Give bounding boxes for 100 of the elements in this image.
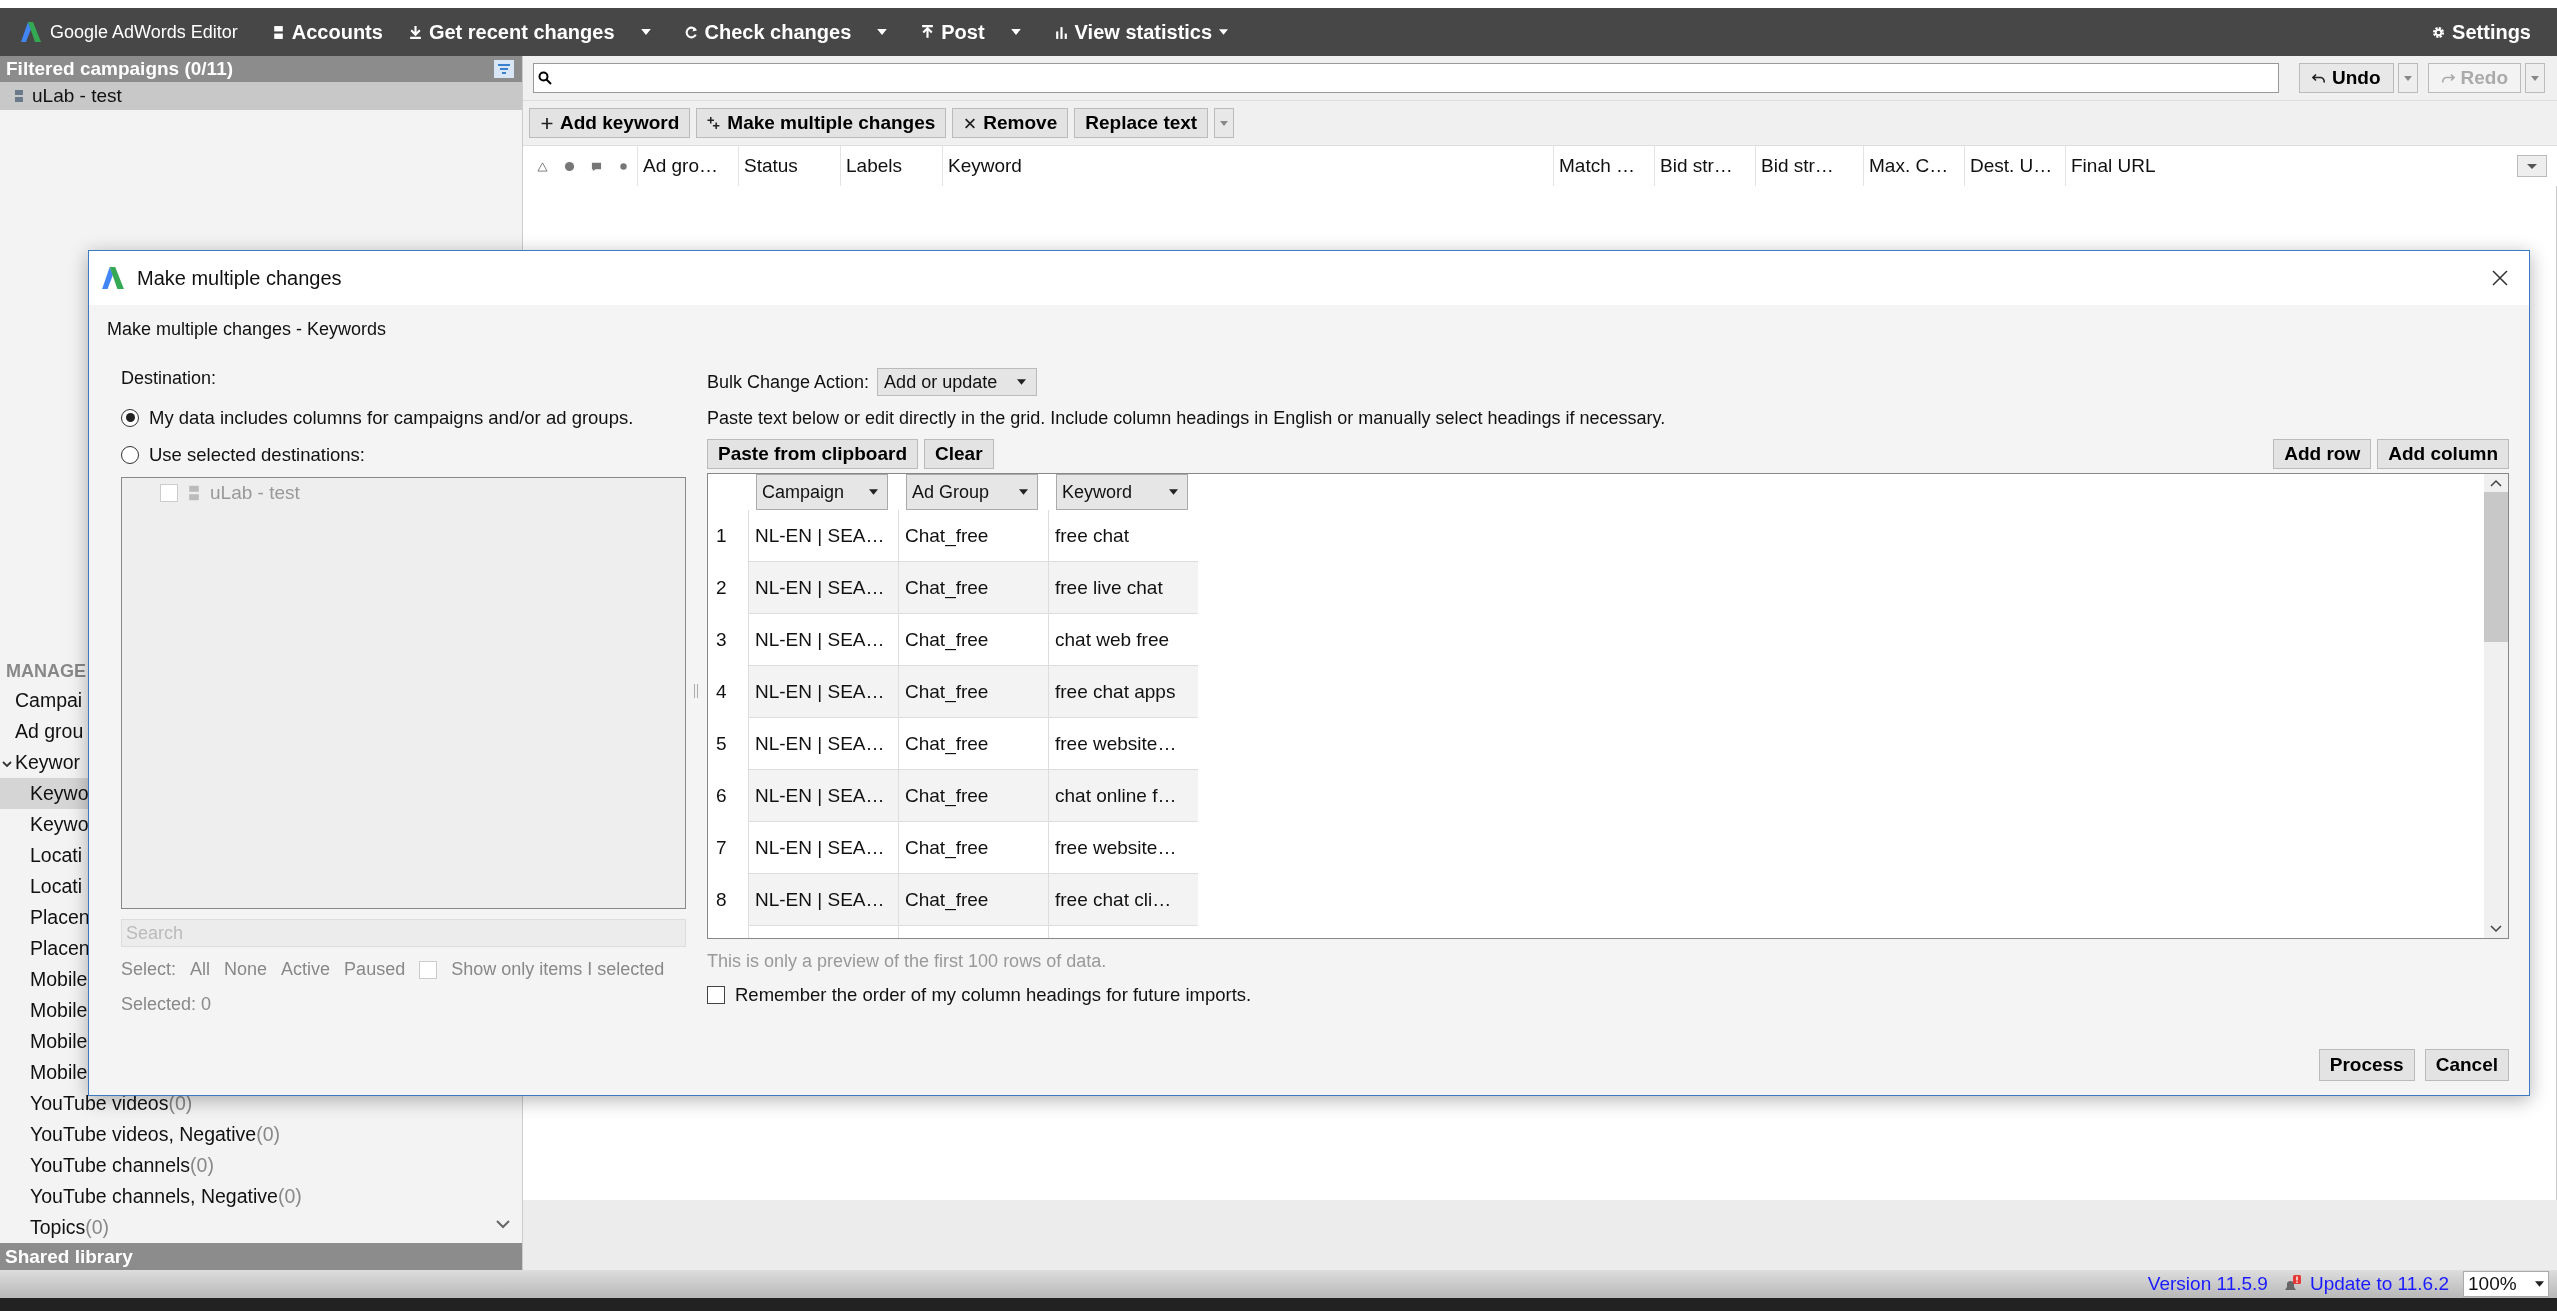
- nav-item[interactable]: YouTube channels(0): [0, 1150, 218, 1181]
- toolbar-button[interactable]: Accounts: [265, 16, 389, 48]
- grid-cell[interactable]: chat online f…: [1048, 770, 1198, 822]
- row-number: 2: [715, 577, 728, 599]
- column-heading-dropdown[interactable]: Ad Group: [906, 474, 1038, 510]
- download-icon: [408, 24, 422, 40]
- grid-action-button[interactable]: Paste from clipboard: [707, 439, 918, 469]
- nav-item[interactable]: Keywor: [0, 747, 85, 778]
- panel-header: Filtered campaigns (0/11): [0, 56, 522, 82]
- grid-cell[interactable]: free chat apps: [1048, 666, 1198, 718]
- app-title: Google AdWords Editor: [50, 21, 238, 43]
- upload-icon: [921, 24, 935, 40]
- dropdown-caret-icon[interactable]: [640, 29, 651, 35]
- splitter-handle[interactable]: [694, 684, 698, 698]
- remove-icon: [963, 117, 978, 130]
- toolbar-button[interactable]: Post: [915, 16, 991, 48]
- nav-item[interactable]: YouTube videos, Negative(0): [0, 1119, 285, 1150]
- scroll-up-icon[interactable]: [2490, 478, 2502, 488]
- search-field[interactable]: [533, 63, 2279, 93]
- radio-button[interactable]: [121, 445, 139, 464]
- grid-cell[interactable]: free live chat: [1048, 562, 1198, 614]
- expand-chevron-icon[interactable]: [2, 759, 12, 769]
- logo-icon: [20, 21, 42, 43]
- row-number: 7: [715, 837, 728, 859]
- nav-item[interactable]: Mobile: [0, 1057, 92, 1088]
- scrollbar[interactable]: [2484, 474, 2508, 938]
- bulk-action-dropdown[interactable]: Add or update: [877, 368, 1038, 396]
- caret-icon: [1019, 489, 1028, 495]
- scroll-down-icon[interactable]: [2490, 924, 2502, 934]
- selected-count: Selected: 0: [121, 994, 213, 1015]
- warning-icon: [537, 160, 548, 172]
- campaign-icon: [188, 484, 200, 502]
- instructions-text: Paste text below or edit directly in the grid. Include column headings in English or manually select headings if necessary.: [707, 408, 1667, 429]
- bulk-action-label: Bulk Change Action:: [707, 371, 870, 393]
- nav-item[interactable]: YouTube channels, Negative(0): [0, 1181, 306, 1212]
- destination-item: uLab - test: [210, 482, 300, 504]
- nav-item[interactable]: Locati: [0, 840, 87, 871]
- grid-cell[interactable]: Chat_free: [898, 770, 1048, 822]
- dropdown-caret-icon[interactable]: [1010, 29, 1021, 35]
- dropdown-caret-icon[interactable]: [877, 29, 888, 35]
- filter-icon[interactable]: [494, 60, 514, 78]
- action-button[interactable]: Make multiple changes: [696, 108, 947, 138]
- update-link[interactable]: Update to 11.6.2: [2309, 1273, 2449, 1295]
- grid-cell[interactable]: Chat_free: [898, 562, 1048, 614]
- plus-icon: [540, 117, 554, 130]
- column-menu-icon[interactable]: [2517, 155, 2547, 177]
- row-number: 1: [715, 525, 728, 547]
- action-button[interactable]: Remove: [952, 108, 1069, 138]
- grid-cell[interactable]: NL-EN | SEA…: [748, 874, 898, 926]
- comment-icon: [591, 160, 602, 172]
- dialog-button[interactable]: Cancel: [2424, 1049, 2509, 1081]
- checkbox[interactable]: [707, 986, 725, 1004]
- server-icon: [271, 24, 285, 40]
- history-button[interactable]: Undo: [2298, 63, 2394, 93]
- scroll-down-icon[interactable]: [496, 1220, 510, 1229]
- version-link[interactable]: Version 11.5.9: [2147, 1273, 2268, 1295]
- radio-label: My data includes columns for campaigns and/or ad groups.: [149, 406, 634, 429]
- grid-action-button[interactable]: Add column: [2377, 439, 2509, 469]
- zoom-dropdown[interactable]: 100%: [2463, 1271, 2549, 1297]
- nav-item[interactable]: Locati: [0, 871, 87, 902]
- nav-item[interactable]: Mobile: [0, 1026, 92, 1057]
- checkbox-label: Show only items I selected: [451, 959, 665, 980]
- nav-item[interactable]: Topics(0): [0, 1212, 114, 1243]
- grid-cell[interactable]: Chat_free: [898, 666, 1048, 718]
- row-number: 4: [715, 681, 728, 703]
- caret-icon: [1169, 489, 1178, 495]
- settings-button[interactable]: Settings: [2426, 16, 2537, 48]
- grid-cell[interactable]: free chat cli…: [1048, 874, 1198, 926]
- grid-action-button[interactable]: Add row: [2273, 439, 2372, 469]
- section-heading: MANAGE: [5, 660, 87, 683]
- grid-cell[interactable]: NL-EN | SEA…: [748, 562, 898, 614]
- grid-action-button[interactable]: Clear: [924, 439, 994, 469]
- dialog-button[interactable]: Process: [2318, 1049, 2415, 1081]
- nav-item[interactable]: Campai: [0, 685, 87, 716]
- column-heading-dropdown[interactable]: Keyword: [1056, 474, 1188, 510]
- logo-icon: [101, 265, 125, 291]
- toolbar-button[interactable]: Check changes: [678, 16, 858, 48]
- grid-cell[interactable]: NL-EN | SEA…: [748, 770, 898, 822]
- search-icon: [538, 71, 552, 85]
- select-label: Select:: [121, 959, 177, 980]
- action-button[interactable]: Add keyword: [529, 108, 691, 138]
- nav-item[interactable]: Ad grou: [0, 716, 88, 747]
- nav-item[interactable]: Mobile: [0, 964, 92, 995]
- row-number: 3: [715, 629, 728, 651]
- toolbar-button[interactable]: View statistics: [1048, 16, 1235, 48]
- nav-item[interactable]: Mobile: [0, 995, 92, 1026]
- close-icon[interactable]: [2491, 269, 2509, 287]
- checkbox-label: Remember the order of my column headings for future imports.: [735, 984, 1252, 1006]
- preview-note: This is only a preview of the first 100 rows of data.: [707, 951, 1108, 972]
- grid-cell[interactable]: Chat_free: [898, 874, 1048, 926]
- radio-label: Use selected destinations:: [149, 443, 365, 466]
- radio-button[interactable]: [121, 408, 139, 427]
- column-heading-dropdown[interactable]: Campaign: [756, 474, 888, 510]
- caret-icon: [2535, 1281, 2544, 1287]
- bar-chart-icon: [1054, 24, 1068, 40]
- grid-cell[interactable]: NL-EN | SEA…: [748, 666, 898, 718]
- refresh-icon: [684, 24, 698, 40]
- action-button[interactable]: Replace text: [1074, 108, 1209, 138]
- campaign-item[interactable]: uLab - test: [0, 82, 522, 110]
- toolbar-button[interactable]: Get recent changes: [402, 16, 621, 48]
